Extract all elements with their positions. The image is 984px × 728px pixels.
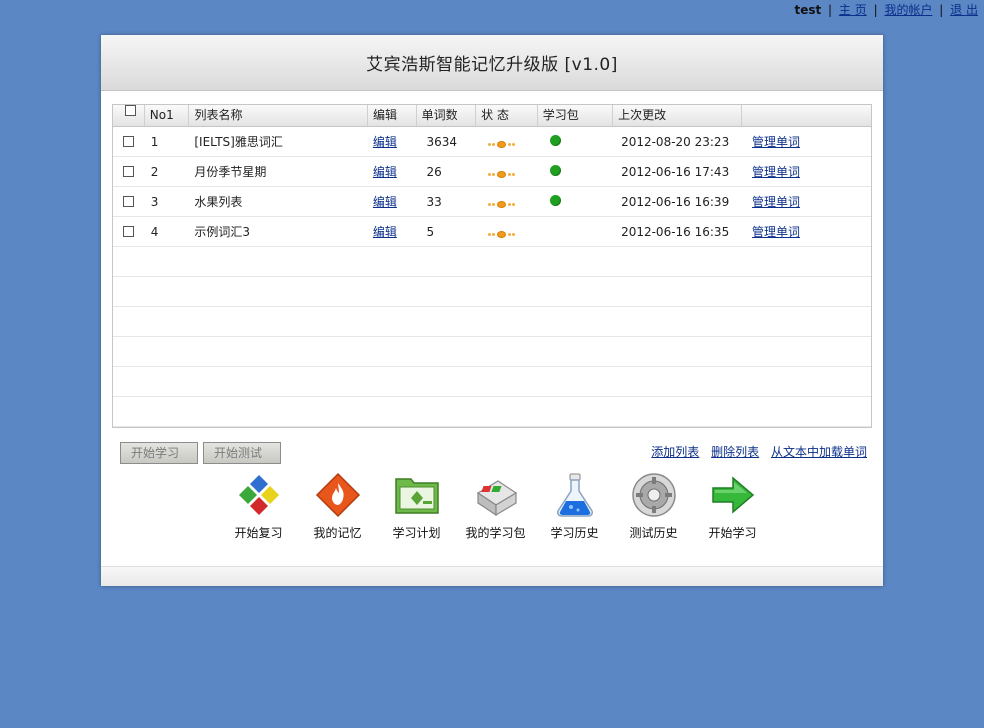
panel-footer	[101, 566, 883, 586]
feature-icon-bar: 开始复习 我的记忆 学习计划 我的学习包 学习历史 测试历史 开始学习	[219, 471, 772, 541]
study-plan-button[interactable]: 学习计划	[377, 471, 456, 541]
logout-link[interactable]: 退 出	[950, 3, 978, 17]
row-no: 3	[150, 194, 159, 209]
row-checkbox[interactable]	[123, 136, 135, 147]
col-no[interactable]: No1	[145, 105, 190, 126]
study-pack-indicator	[549, 194, 561, 206]
load-words-from-text-link[interactable]: 从文本中加载单词	[771, 445, 867, 459]
table-row[interactable]: 2 月份季节星期 编辑 26 2012-06-16 17:43 管理单词	[113, 157, 871, 187]
manage-words-link[interactable]: 管理单词	[752, 165, 800, 179]
status-icon	[488, 230, 516, 238]
package-icon	[476, 480, 517, 517]
edit-link[interactable]: 编辑	[373, 195, 397, 209]
username: test	[794, 3, 822, 17]
table-row[interactable]: 1 [IELTS]雅思词汇 编辑 3634 2012-08-20 23:23 管…	[113, 127, 871, 157]
add-list-link[interactable]: 添加列表	[651, 445, 699, 459]
row-checkbox[interactable]	[123, 196, 135, 207]
table-row[interactable]: 3 水果列表 编辑 33 2012-06-16 16:39 管理单词	[113, 187, 871, 217]
col-actions	[742, 105, 871, 126]
row-last-modified: 2012-06-16 16:35	[621, 224, 730, 239]
word-list-table: No1 列表名称 编辑 单词数 状 态 学习包 上次更改 1 [IELTS]雅思…	[112, 104, 872, 428]
empty-row	[113, 247, 871, 277]
study-history-button[interactable]: 学习历史	[535, 471, 614, 541]
select-all-cell	[113, 105, 145, 126]
empty-row	[113, 277, 871, 307]
test-history-icon	[631, 473, 676, 517]
empty-row	[113, 397, 871, 427]
row-checkbox[interactable]	[123, 226, 135, 237]
test-history-button[interactable]: 测试历史	[614, 471, 693, 541]
list-actions: 添加列表 删除列表 从文本中加载单词	[643, 443, 867, 460]
row-word-count: 5	[426, 224, 435, 239]
row-list-name: [IELTS]雅思词汇	[194, 135, 283, 149]
col-last-modified[interactable]: 上次更改	[613, 105, 743, 126]
table-header: No1 列表名称 编辑 单词数 状 态 学习包 上次更改	[113, 105, 871, 127]
plan-icon	[394, 478, 439, 514]
home-link[interactable]: 主 页	[839, 3, 867, 17]
icon-label: 学习历史	[550, 526, 599, 540]
study-pack-indicator	[549, 164, 561, 176]
row-checkbox[interactable]	[123, 166, 135, 177]
icon-label: 学习计划	[392, 526, 441, 540]
review-icon	[238, 475, 279, 515]
row-word-count: 3634	[426, 134, 458, 149]
empty-row	[113, 367, 871, 397]
edit-link[interactable]: 编辑	[373, 165, 397, 179]
icon-label: 我的学习包	[465, 526, 526, 540]
row-no: 4	[150, 224, 159, 239]
manage-words-link[interactable]: 管理单词	[752, 225, 800, 239]
row-list-name: 水果列表	[194, 195, 243, 209]
start-study-button[interactable]: 开始学习	[120, 442, 198, 464]
row-list-name: 示例词汇3	[194, 225, 251, 239]
my-account-link[interactable]: 我的帐户	[884, 3, 932, 17]
row-word-count: 33	[426, 194, 442, 209]
icon-label: 我的记忆	[313, 526, 362, 540]
manage-words-link[interactable]: 管理单词	[752, 195, 800, 209]
my-study-pack-button[interactable]: 我的学习包	[456, 471, 535, 541]
delete-list-link[interactable]: 删除列表	[711, 445, 759, 459]
page-title: 艾宾浩斯智能记忆升级版 [v1.0]	[366, 55, 618, 75]
status-icon	[488, 200, 516, 208]
table-row[interactable]: 4 示例词汇3 编辑 5 2012-06-16 16:35 管理单词	[113, 217, 871, 247]
my-memory-button[interactable]: 我的记忆	[298, 471, 377, 541]
start-icon	[711, 476, 754, 514]
col-study-pack[interactable]: 学习包	[538, 105, 614, 126]
history-icon	[556, 473, 593, 517]
status-icon	[488, 140, 516, 148]
top-user-bar: test | 主 页 | 我的帐户 | 退 出	[794, 3, 978, 17]
memory-icon	[315, 472, 360, 518]
panel-header: 艾宾浩斯智能记忆升级版 [v1.0]	[101, 35, 883, 91]
start-study-icon-button[interactable]: 开始学习	[693, 471, 772, 541]
row-last-modified: 2012-08-20 23:23	[621, 134, 730, 149]
status-icon	[488, 170, 516, 178]
row-no: 2	[150, 164, 159, 179]
row-no: 1	[150, 134, 159, 149]
row-word-count: 26	[426, 164, 442, 179]
manage-words-link[interactable]: 管理单词	[752, 135, 800, 149]
col-word-count[interactable]: 单词数	[417, 105, 477, 126]
edit-link[interactable]: 编辑	[373, 135, 397, 149]
col-status[interactable]: 状 态	[476, 105, 538, 126]
start-review-button[interactable]: 开始复习	[219, 471, 298, 541]
icon-label: 测试历史	[629, 526, 678, 540]
icon-label: 开始复习	[234, 526, 283, 540]
col-edit[interactable]: 编辑	[368, 105, 417, 126]
icon-label: 开始学习	[708, 526, 757, 540]
edit-link[interactable]: 编辑	[373, 225, 397, 239]
study-pack-indicator	[549, 134, 561, 146]
col-list-name[interactable]: 列表名称	[189, 105, 368, 126]
start-test-button[interactable]: 开始测试	[203, 442, 281, 464]
row-list-name: 月份季节星期	[194, 165, 267, 179]
empty-row	[113, 307, 871, 337]
row-last-modified: 2012-06-16 16:39	[621, 194, 730, 209]
main-panel: 艾宾浩斯智能记忆升级版 [v1.0] No1 列表名称 编辑 单词数 状 态 学…	[101, 35, 883, 586]
select-all-checkbox[interactable]	[125, 105, 137, 116]
row-last-modified: 2012-06-16 17:43	[621, 164, 730, 179]
empty-row	[113, 337, 871, 367]
